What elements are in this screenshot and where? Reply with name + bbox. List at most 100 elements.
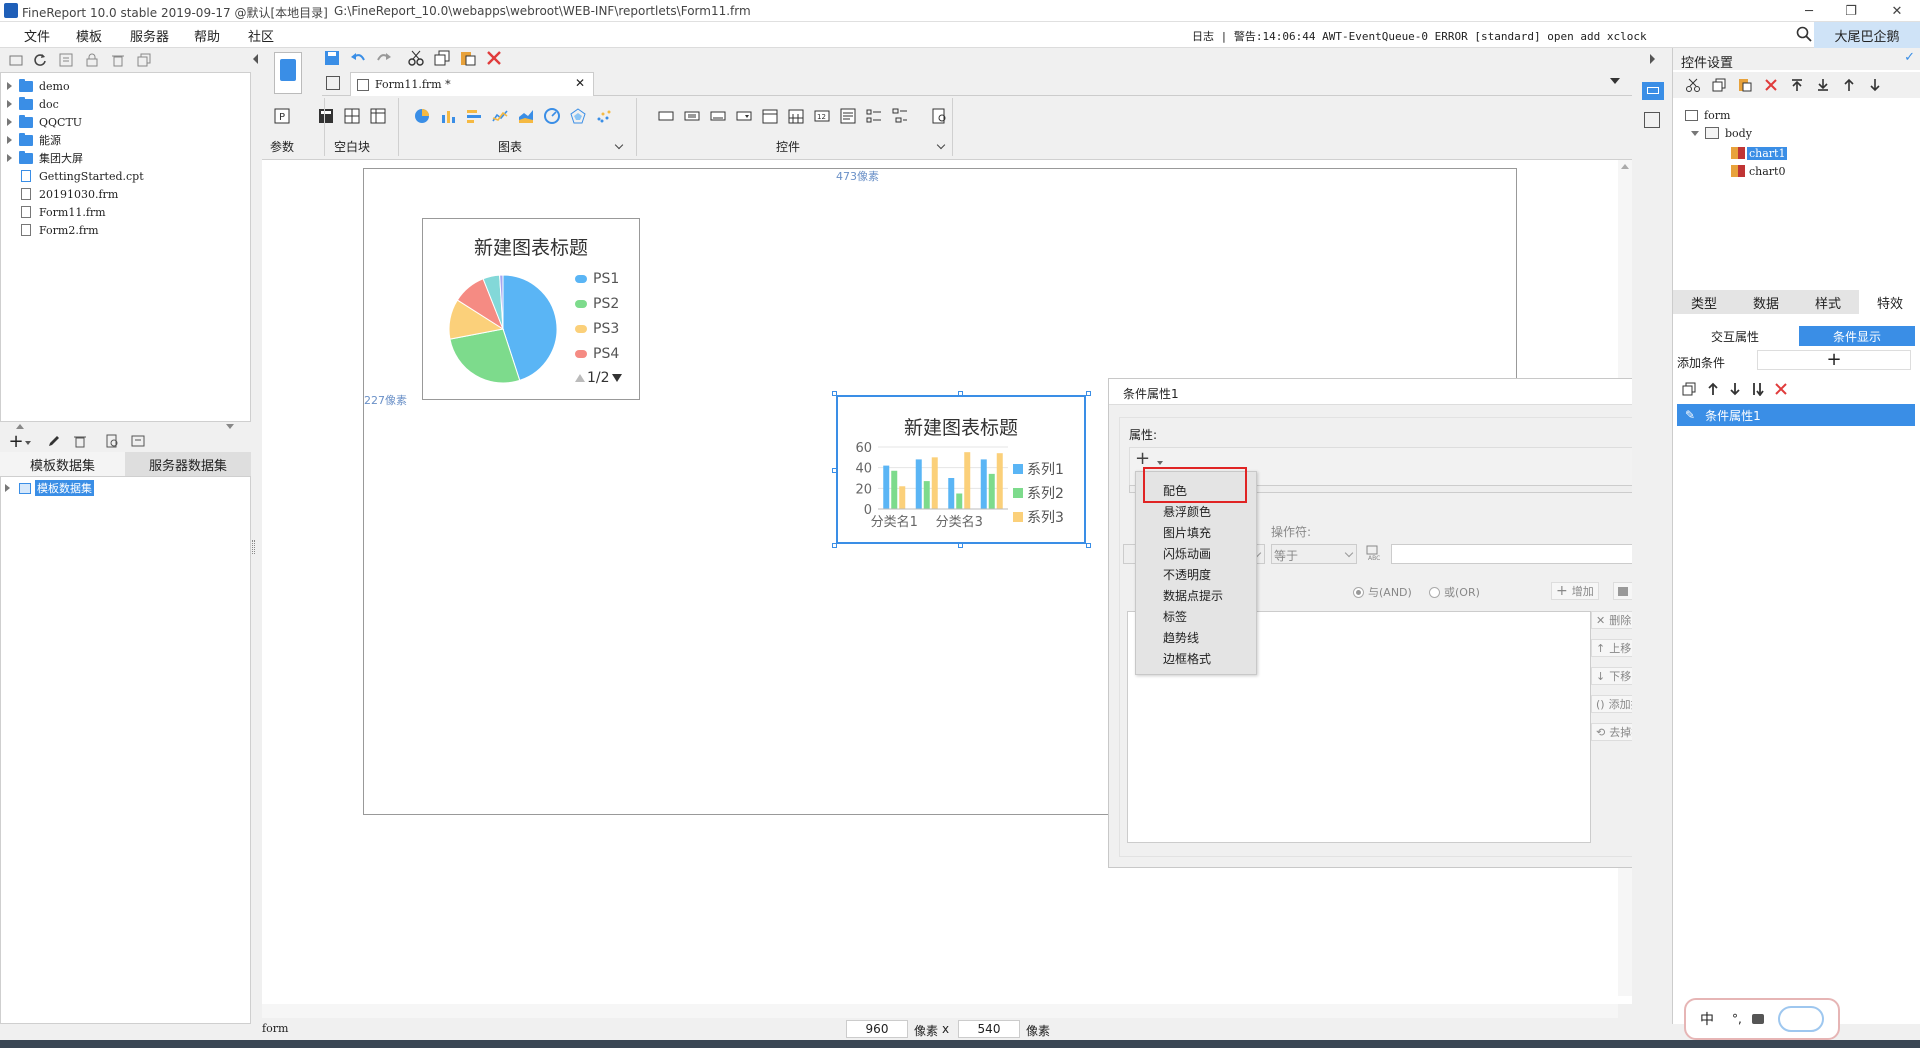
copy-condition-icon[interactable] — [1679, 379, 1699, 399]
widget-tree-body[interactable]: body — [1691, 124, 1752, 142]
tree-widget-icon[interactable] — [890, 106, 910, 126]
gauge-chart-icon[interactable] — [542, 106, 562, 126]
menu-item-flash-animation[interactable]: 闪烁动画 — [1163, 545, 1211, 562]
collapse-right-icon[interactable] — [1650, 54, 1655, 64]
tab-condition-display[interactable]: 条件显示 — [1799, 326, 1915, 346]
paste-icon[interactable] — [458, 48, 478, 68]
edit-icon[interactable] — [44, 431, 64, 451]
widget-tree-chart0[interactable]: chart0 — [1731, 162, 1785, 180]
tree-item-doc[interactable]: doc — [7, 95, 59, 113]
ime-skin-icon[interactable] — [1751, 1014, 1764, 1024]
pie-chart-icon[interactable] — [412, 106, 432, 126]
condition-up-icon[interactable] — [1703, 379, 1723, 399]
pie-legend-ps2[interactable]: PS2 — [575, 296, 619, 312]
pager-next-icon[interactable] — [611, 374, 622, 382]
condition-list-item[interactable]: ✎ 条件属性1 — [1677, 404, 1915, 426]
properties-icon[interactable] — [56, 50, 76, 70]
and-radio[interactable]: 与(AND) — [1353, 584, 1412, 600]
expand-icon[interactable] — [5, 484, 10, 492]
bar-legend-series2[interactable]: 系列2 — [1013, 483, 1064, 503]
user-account-button[interactable]: 大尾巴企鹅 — [1814, 22, 1920, 48]
pin-icon[interactable]: ✓ — [1904, 50, 1915, 65]
canvas-scrollbar-horizontal[interactable] — [262, 1004, 1618, 1018]
search-icon[interactable] — [1796, 26, 1812, 42]
tab-data[interactable]: 数据 — [1735, 290, 1797, 314]
collapse-left-arrow-icon[interactable] — [253, 54, 258, 64]
undo-icon[interactable] — [348, 48, 368, 68]
bar-chart-icon[interactable] — [438, 106, 458, 126]
resize-handle-ne[interactable] — [1086, 391, 1091, 396]
chart-section-expand-icon[interactable] — [614, 140, 624, 150]
paste-icon[interactable] — [1735, 75, 1755, 95]
move-up-icon[interactable] — [1839, 75, 1859, 95]
widget-design-button[interactable] — [274, 52, 302, 94]
refresh-icon[interactable] — [30, 50, 50, 70]
widget-section-expand-icon[interactable] — [936, 140, 946, 150]
formula-type-icon[interactable]: ABC — [1364, 543, 1384, 563]
scroll-up-icon[interactable] — [1621, 164, 1629, 169]
preview-icon[interactable] — [102, 431, 122, 451]
resize-handle-n[interactable] — [958, 391, 963, 396]
dropdown-arrow-icon[interactable] — [25, 441, 31, 445]
ime-punctuation[interactable]: °, — [1732, 1012, 1742, 1026]
splitter-down-icon[interactable] — [226, 424, 234, 429]
button-widget-icon[interactable] — [682, 106, 702, 126]
menu-template[interactable]: 模板 — [76, 26, 102, 45]
pie-legend-pager[interactable]: 1/2 — [575, 370, 622, 386]
copy-icon[interactable] — [432, 48, 452, 68]
resize-handle-sw[interactable] — [832, 543, 837, 548]
widget-settings-tab[interactable] — [1642, 82, 1664, 100]
expand-icon[interactable] — [7, 154, 12, 162]
blank-block-icon[interactable] — [316, 106, 336, 126]
canvas-height-input[interactable]: 540 — [958, 1020, 1020, 1038]
line-chart-icon[interactable] — [490, 106, 510, 126]
tree-item-group-screen[interactable]: 集团大屏 — [7, 149, 83, 167]
or-radio[interactable]: 或(OR) — [1429, 584, 1480, 600]
menu-file[interactable]: 文件 — [24, 26, 50, 45]
tab-menu-icon[interactable] — [1610, 78, 1620, 84]
cut-icon[interactable] — [1683, 75, 1703, 95]
cut-icon[interactable] — [406, 48, 426, 68]
combobox-widget-icon[interactable] — [734, 106, 754, 126]
chevron-down-icon[interactable] — [1691, 130, 1699, 136]
lock-icon[interactable] — [82, 50, 102, 70]
radar-chart-icon[interactable] — [568, 106, 588, 126]
expand-icon[interactable] — [7, 118, 12, 126]
vertical-splitter[interactable] — [252, 540, 255, 554]
menu-item-image-fill[interactable]: 图片填充 — [1163, 524, 1211, 541]
add-condition-plus-button[interactable]: + — [1757, 350, 1911, 370]
menu-item-hover-color[interactable]: 悬浮颜色 — [1163, 503, 1211, 520]
resize-handle-nw[interactable] — [832, 391, 837, 396]
tree-item-demo[interactable]: demo — [7, 77, 70, 95]
menu-community[interactable]: 社区 — [248, 26, 274, 45]
tree-item-form11[interactable]: Form11.frm — [7, 203, 106, 221]
expand-icon[interactable] — [7, 82, 12, 90]
textbox-widget-icon[interactable] — [708, 106, 728, 126]
close-window-button[interactable]: ✕ — [1874, 0, 1920, 22]
search-widget-icon[interactable] — [930, 106, 950, 126]
delete-icon[interactable] — [484, 48, 504, 68]
expand-icon[interactable] — [7, 136, 12, 144]
canvas-width-input[interactable]: 960 — [846, 1020, 908, 1038]
redo-icon[interactable] — [374, 48, 394, 68]
chart0-pie-widget[interactable]: 新建图表标题 PS1 PS2 PS3 PS4 1/2 — [422, 218, 640, 400]
menu-server[interactable]: 服务器 — [130, 26, 169, 45]
condition-delete-icon[interactable] — [1771, 379, 1791, 399]
tab-interaction[interactable]: 交互属性 — [1677, 326, 1793, 346]
parameter-icon[interactable]: P — [272, 106, 292, 126]
move-top-icon[interactable] — [1787, 75, 1807, 95]
tab-effects[interactable]: 特效 — [1859, 290, 1920, 314]
ime-cloud-icon[interactable] — [1777, 1006, 1824, 1032]
add-dataset-icon[interactable]: + — [6, 431, 26, 452]
report-block-icon[interactable] — [368, 106, 388, 126]
bar-legend-series3[interactable]: 系列3 — [1013, 507, 1064, 527]
replace-icon[interactable] — [128, 431, 148, 451]
restore-button[interactable]: ❐ — [1828, 0, 1874, 22]
doc-tab-form11[interactable]: Form11.frm * ✕ — [350, 72, 594, 96]
pager-prev-icon[interactable] — [575, 374, 585, 382]
resize-handle-se[interactable] — [1086, 543, 1091, 548]
condition-sort-icon[interactable] — [1747, 379, 1767, 399]
pie-legend-ps3[interactable]: PS3 — [575, 321, 619, 337]
condition-down-icon[interactable] — [1725, 379, 1745, 399]
hbar-chart-icon[interactable] — [464, 106, 484, 126]
